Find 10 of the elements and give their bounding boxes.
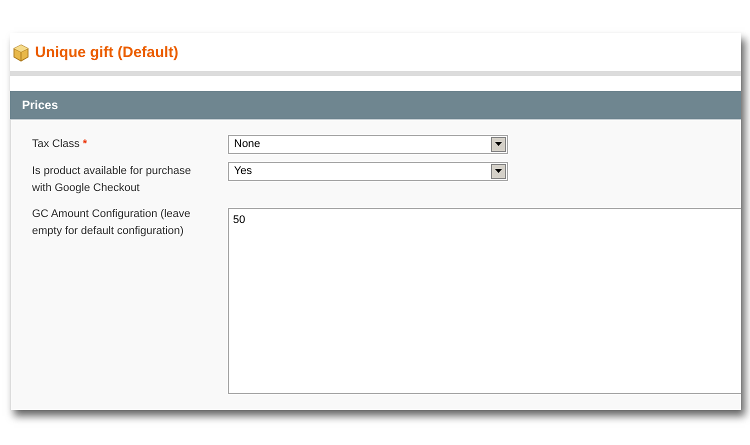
text-area[interactable]: 50 bbox=[228, 208, 741, 394]
required-mark: * bbox=[82, 138, 87, 150]
field-label: Is product available for purchase with Google Checkout bbox=[32, 164, 191, 194]
section-title: Prices bbox=[22, 96, 58, 114]
select-field[interactable]: None bbox=[228, 134, 508, 154]
page-title: Unique gift (Default) bbox=[35, 43, 178, 63]
select-field[interactable]: Yes bbox=[228, 162, 508, 180]
field-label: GC Amount Configuration (leave empty for default configuration) bbox=[32, 208, 190, 236]
field-label: Tax Class bbox=[32, 138, 80, 150]
cube-icon bbox=[12, 44, 30, 62]
